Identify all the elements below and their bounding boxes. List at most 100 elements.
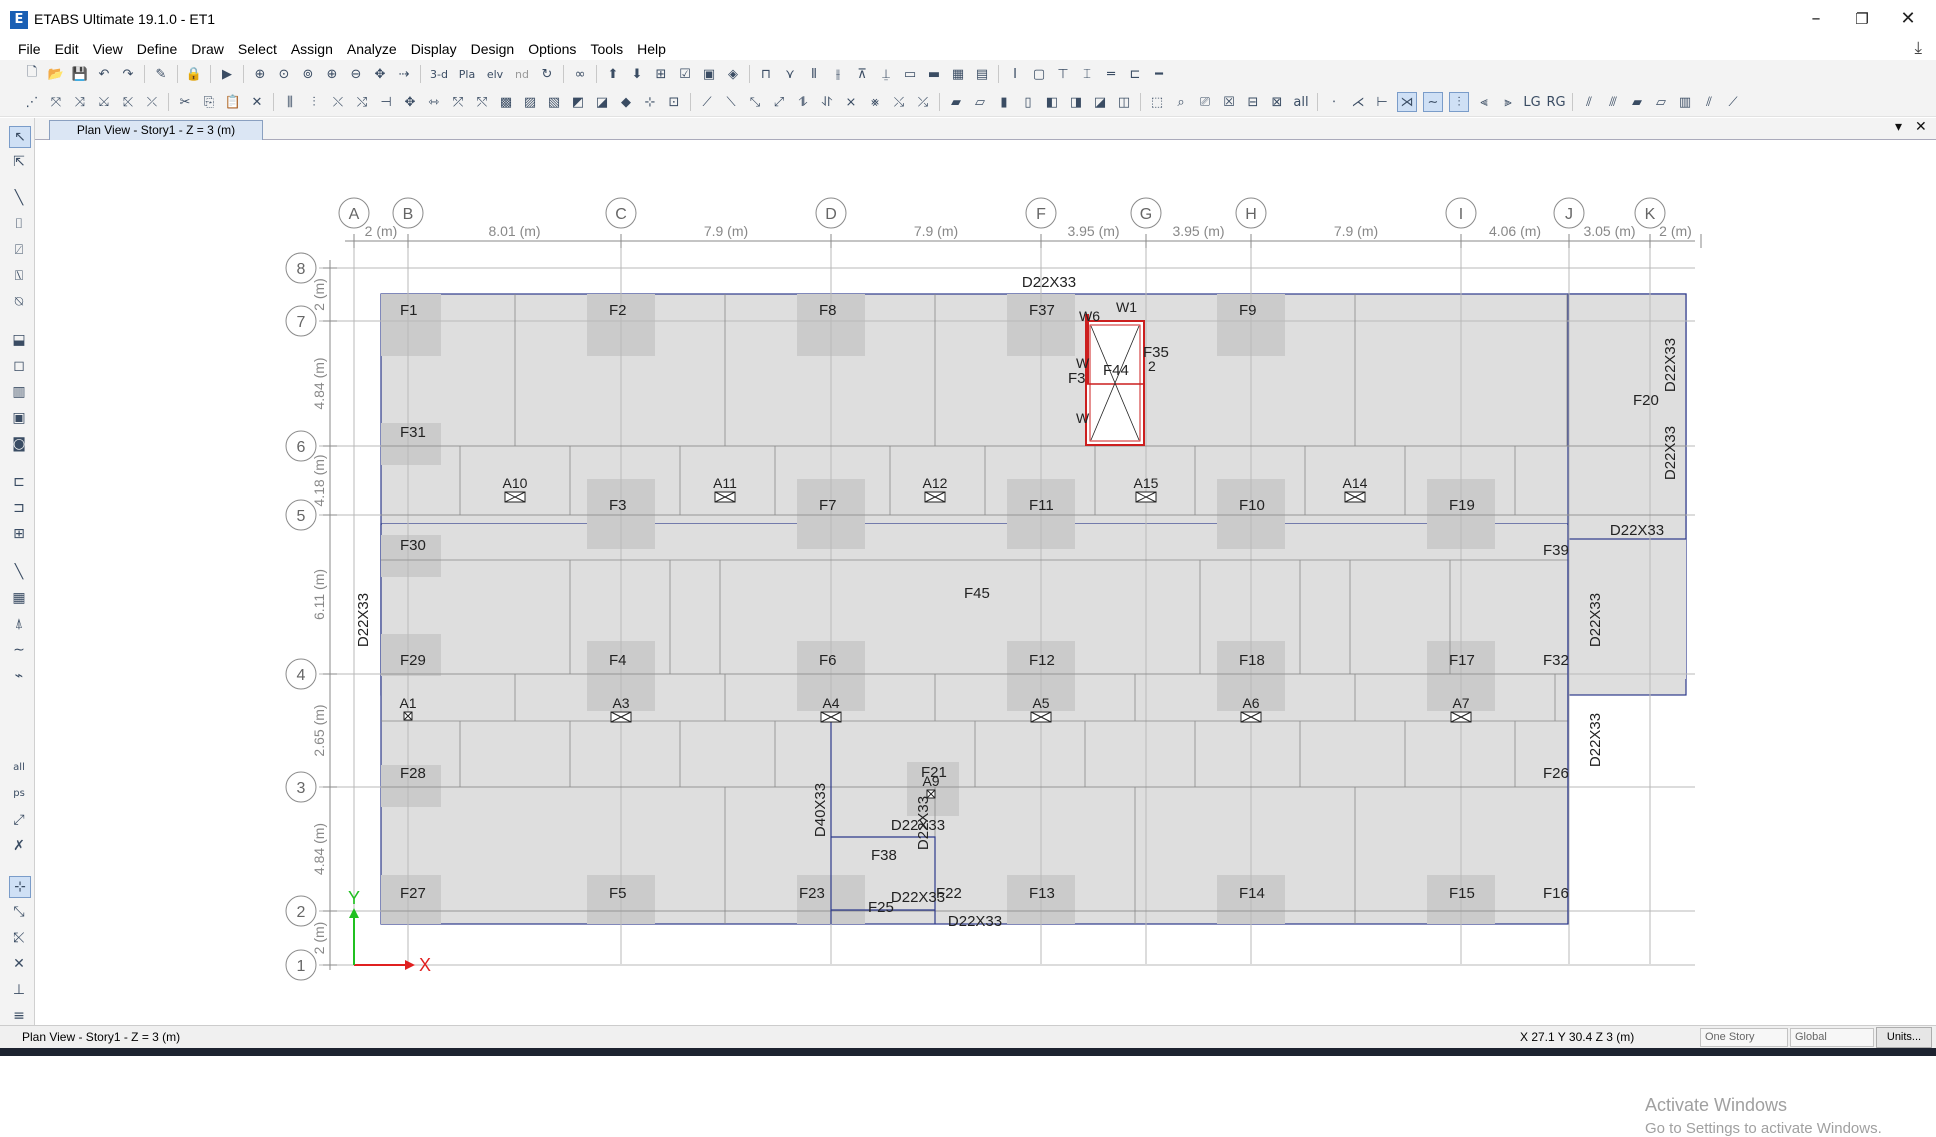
snap-mid-icon[interactable]: ⤨ [71,93,89,111]
slab-region-lower[interactable] [380,523,1569,925]
draw-opening-vert-icon[interactable]: ▣ [9,408,29,428]
zoom-fit-icon[interactable]: ⊚ [299,65,317,83]
draw-point-vert-icon[interactable]: ⊞ [9,524,29,544]
draw-beam-vert-icon[interactable]: ⌷ [9,214,29,234]
delete-icon[interactable]: ✕ [248,93,266,111]
zoom-window-icon[interactable]: ⊕ [251,65,269,83]
select-all-icon[interactable]: ⊟ [1244,93,1262,111]
draw-floor-icon[interactable]: ▰ [947,93,965,111]
ibeam-icon[interactable]: ⌶ [1078,65,1096,83]
draw-stair-vert-icon[interactable]: ⍋ [9,614,29,634]
zoom-out-icon[interactable]: ⊖ [347,65,365,83]
snap-lines-vert-icon[interactable]: ≡ [9,1006,29,1026]
draw-rect-floor-icon[interactable]: ▱ [971,93,989,111]
redo-icon[interactable]: ↷ [119,65,137,83]
area-icon[interactable]: ⊡ [665,93,683,111]
extend-icon[interactable]: ⤲ [473,93,491,111]
draw-curve-icon[interactable]: ◫ [1115,93,1133,111]
replicate-icon[interactable]: ⫼ [281,93,299,111]
snap-ends-vert-icon[interactable]: ⤡ [9,902,29,922]
menu-view[interactable]: View [86,38,130,60]
draw-brace-vert-icon[interactable]: ⍉ [9,292,29,312]
join-icon[interactable]: ⤭ [353,93,371,111]
draw-slab-icon[interactable]: ⬓ [9,330,29,350]
units-button[interactable]: Units... [1876,1027,1932,1048]
close-button[interactable]: ✕ [1888,6,1928,32]
slab-icon[interactable]: ▬ [925,65,943,83]
assign-diaphragm-icon[interactable]: ⫽ [1700,93,1718,111]
support-icon[interactable]: ⍊ [877,65,895,83]
draw-links-icon[interactable]: ⍂ [9,266,29,286]
assign-shell-icon[interactable]: ⫻ [1604,93,1622,111]
display-icon[interactable]: ▤ [973,65,991,83]
draw-beam-click-icon[interactable]: ⥯ [818,93,836,111]
undo-icon[interactable]: ↶ [95,65,113,83]
assign-pier-icon[interactable]: ▱ [1652,93,1670,111]
extrude-icon[interactable]: ◈ [724,65,742,83]
grid-icon[interactable]: ⊞ [652,65,670,83]
draw-sec-icon[interactable]: ⨳ [866,93,884,111]
draw-line-icon[interactable]: ╲ [9,188,29,208]
draw-tendon-vert-icon[interactable]: ∼ [9,640,29,660]
draw-link-icon[interactable]: ⤢ [770,93,788,111]
section-icon[interactable]: ▢ [1030,65,1048,83]
draw-grid-icon[interactable]: ▦ [9,588,29,608]
wall-icon[interactable]: ▭ [901,65,919,83]
menu-tools[interactable]: Tools [583,38,630,60]
object-shrink-icon[interactable]: ▣ [700,65,718,83]
plan-drawing[interactable]: A10 A11 A12 A15 A14A1 A3 A4 A5 A6 A7A9 ABCDFGHIJK… [35,140,1936,1025]
snap-int-icon-2[interactable]: ⫷ [1475,93,1493,111]
link-icon[interactable]: ⊼ [853,65,871,83]
draw-null-icon[interactable]: ◧ [1043,93,1061,111]
zoom-in-icon[interactable]: ⊕ [323,65,341,83]
up-arrow-icon[interactable]: ⬆ [604,65,622,83]
dash-icon[interactable]: ═ [1102,65,1120,83]
minimize-button[interactable]: – [1796,6,1836,32]
menu-file[interactable]: File [11,38,48,60]
draw-brace-icon[interactable]: ⤡ [746,93,764,111]
draw-col-icon[interactable]: ⨯ [842,93,860,111]
minus-icon[interactable]: ━ [1150,65,1168,83]
select-clear-icon[interactable]: ☒ [1220,93,1238,111]
download-icon[interactable]: ⤓ [1914,38,1922,58]
tab-close-icon[interactable]: ✕ [1915,119,1927,135]
box-icon[interactable]: ⊏ [1126,65,1144,83]
nd-view-button[interactable]: nd [512,65,532,83]
snap-lines-icon[interactable]: ⋌ [1349,93,1367,111]
new-model-icon[interactable]: 🗋 [23,65,41,83]
snap-middle-icon[interactable]: ⋊ [1397,92,1417,112]
brace-icon[interactable]: ⋎ [781,65,799,83]
menu-display[interactable]: Display [404,38,464,60]
menu-select[interactable]: Select [231,38,284,60]
joist-icon[interactable]: ⫲ [829,65,847,83]
snap-mid-vert-icon[interactable]: ⤪ [9,928,29,948]
draw-area-icon[interactable]: ◻ [9,356,29,376]
snap-grid-icon[interactable]: ⊢ [1373,93,1391,111]
select-prev-icon[interactable]: ⎚ [1196,93,1214,111]
draw-rebar-icon[interactable]: ⌁ [9,666,29,686]
edit-area-icon[interactable]: ▨ [521,93,539,111]
tab-plan-view[interactable]: Plan View - Story1 - Z = 3 (m) [49,120,263,140]
menu-design[interactable]: Design [464,38,522,60]
snap-lg-icon[interactable]: LG [1523,93,1541,111]
assign-wall-icon[interactable]: ▥ [1676,93,1694,111]
draw-stair-icon[interactable]: ◨ [1067,93,1085,111]
snap-int-icon[interactable]: ⤪ [119,93,137,111]
snap-rg-icon[interactable]: RG [1546,93,1565,111]
coord-system-select[interactable]: Global [1790,1028,1874,1047]
draw-opening-icon[interactable]: ▯ [1019,93,1037,111]
snap-ext-icon[interactable]: ⫸ [1499,93,1517,111]
select-pointer-icon[interactable]: ⬚ [1148,93,1166,111]
elevation-view-button[interactable]: elv [484,65,506,83]
menu-edit[interactable]: Edit [48,38,86,60]
point-icon[interactable]: ⋰ [23,93,41,111]
run-analysis-icon[interactable]: ▶ [218,65,236,83]
draw-wall-icon[interactable]: ▮ [995,93,1013,111]
plan-view-button[interactable]: Pla [456,65,478,83]
snap-edge-icon[interactable]: ⫶ [1449,92,1469,112]
hide-icon[interactable]: ◩ [569,93,587,111]
text-cursor-icon[interactable]: I [1006,65,1024,83]
show-icon[interactable]: ◪ [593,93,611,111]
align-icon[interactable]: ⊣ [377,93,395,111]
draw-ref-icon[interactable]: ⤰ [914,93,932,111]
